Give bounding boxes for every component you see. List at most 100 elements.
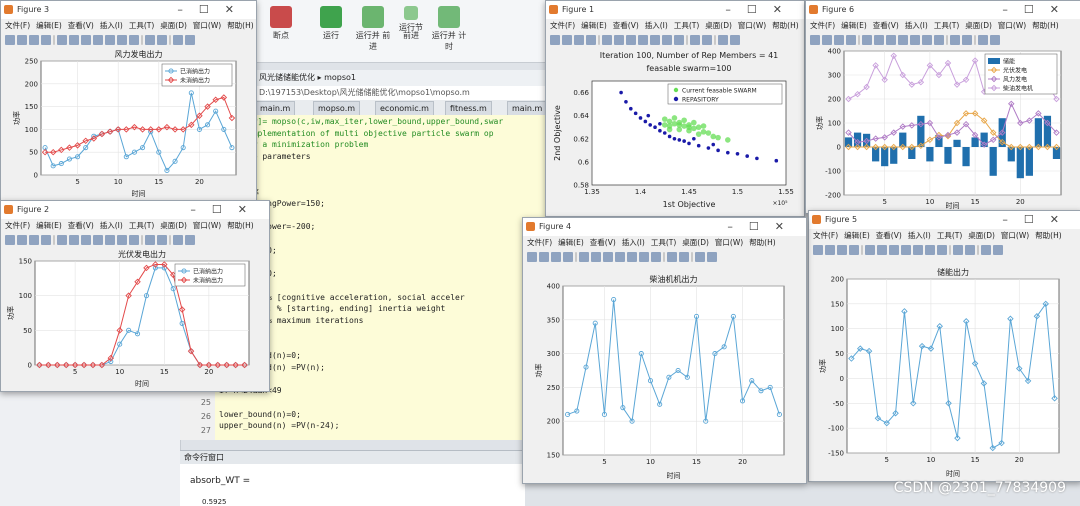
menu-item[interactable]: 工具(T)	[934, 21, 959, 30]
menu-item[interactable]: 插入(I)	[905, 21, 928, 30]
save-icon[interactable]	[29, 235, 39, 245]
zoom-in-icon[interactable]	[69, 35, 79, 45]
figure-wind-window[interactable]: Figure 3 –☐✕ 文件(F) 编辑(E) 查看(V) 插入(I) 工具(T) 桌面(D…	[0, 0, 257, 202]
tab-mopso[interactable]: mopso.m	[313, 101, 361, 116]
colorbar-icon[interactable]	[667, 252, 677, 262]
run-button[interactable]: 运行	[313, 6, 349, 41]
hide-tools-icon[interactable]	[695, 252, 705, 262]
pan-icon[interactable]	[898, 35, 908, 45]
menu-item[interactable]: 窗口(W)	[193, 221, 221, 230]
menu-item[interactable]: 工具(T)	[651, 238, 676, 247]
pan-icon[interactable]	[93, 35, 103, 45]
window-controls-icon[interactable]: –☐✕	[725, 1, 798, 19]
datatip-icon[interactable]	[922, 35, 932, 45]
open-icon[interactable]	[539, 252, 549, 262]
zoom-out-icon[interactable]	[626, 35, 636, 45]
menu-item[interactable]: 插入(I)	[100, 221, 123, 230]
hide-tools-icon[interactable]	[173, 235, 183, 245]
zoom-in-icon[interactable]	[69, 235, 79, 245]
menu-item[interactable]: 编辑(E)	[36, 21, 62, 30]
advance-button[interactable]: 前进	[393, 30, 429, 41]
run-time-button[interactable]: 运行并 计时	[431, 6, 467, 52]
menu-item[interactable]: 帮助(H)	[749, 238, 776, 247]
rotate-icon[interactable]	[913, 245, 923, 255]
rotate-icon[interactable]	[105, 235, 115, 245]
legend-icon[interactable]	[157, 35, 167, 45]
figure-diesel-window[interactable]: Figure 4 –☐✕ 文件(F) 编辑(E) 查看(V) 插入(I) 工具(T) 桌面(D…	[522, 217, 807, 484]
menu-item[interactable]: 桌面(D)	[968, 231, 995, 240]
new-icon[interactable]	[5, 35, 15, 45]
menu-item[interactable]: 编辑(E)	[841, 21, 867, 30]
colorbar-icon[interactable]	[950, 35, 960, 45]
hide-tools-icon[interactable]	[981, 245, 991, 255]
menu-item[interactable]: 文件(F)	[5, 221, 30, 230]
figure-titlebar[interactable]: Figure 4 –☐✕	[523, 218, 806, 236]
zoom-out-icon[interactable]	[889, 245, 899, 255]
menu-item[interactable]: 编辑(E)	[581, 21, 607, 30]
colorbar-icon[interactable]	[953, 245, 963, 255]
datatip-icon[interactable]	[117, 235, 127, 245]
brush-icon[interactable]	[674, 35, 684, 45]
tab-economic[interactable]: economic.m	[375, 101, 434, 116]
new-icon[interactable]	[813, 245, 823, 255]
hide-tools-icon[interactable]	[718, 35, 728, 45]
save-icon[interactable]	[837, 245, 847, 255]
brush-icon[interactable]	[651, 252, 661, 262]
select-icon[interactable]	[57, 235, 67, 245]
print-icon[interactable]	[41, 35, 51, 45]
datatip-icon[interactable]	[639, 252, 649, 262]
legend-icon[interactable]	[962, 35, 972, 45]
menu-item[interactable]: 文件(F)	[550, 21, 575, 30]
dock-icon[interactable]	[990, 35, 1000, 45]
rotate-icon[interactable]	[910, 35, 920, 45]
menu-item[interactable]: 工具(T)	[129, 21, 154, 30]
menu-item[interactable]: 桌面(D)	[965, 21, 992, 30]
menu-item[interactable]: 编辑(E)	[36, 221, 62, 230]
menu-item[interactable]: 帮助(H)	[1032, 21, 1059, 30]
zoom-out-icon[interactable]	[603, 252, 613, 262]
save-icon[interactable]	[834, 35, 844, 45]
brush-icon[interactable]	[937, 245, 947, 255]
menu-item[interactable]: 窗口(W)	[998, 21, 1026, 30]
menu-item[interactable]: 查看(V)	[68, 21, 94, 30]
menu-item[interactable]: 帮助(H)	[227, 221, 254, 230]
figure-pareto-window[interactable]: Figure 1 –☐✕ 文件(F) 编辑(E) 查看(V) 插入(I) 工具(T) 桌面(D…	[545, 0, 805, 217]
menu-item[interactable]: 插入(I)	[908, 231, 931, 240]
menu-item[interactable]: 窗口(W)	[1001, 231, 1029, 240]
brush-icon[interactable]	[129, 35, 139, 45]
print-icon[interactable]	[849, 245, 859, 255]
new-icon[interactable]	[810, 35, 820, 45]
menu-item[interactable]: 桌面(D)	[160, 221, 187, 230]
figure-titlebar[interactable]: Figure 6 –☐✕	[806, 1, 1080, 19]
legend-icon[interactable]	[965, 245, 975, 255]
select-icon[interactable]	[57, 35, 67, 45]
figure-storage-window[interactable]: Figure 5 –☐✕ 文件(F) 编辑(E) 查看(V) 插入(I) 工具(T) 桌面(D…	[808, 210, 1080, 482]
menu-item[interactable]: 文件(F)	[813, 231, 838, 240]
zoom-in-icon[interactable]	[877, 245, 887, 255]
zoom-out-icon[interactable]	[81, 35, 91, 45]
open-icon[interactable]	[17, 35, 27, 45]
datatip-icon[interactable]	[117, 35, 127, 45]
open-icon[interactable]	[562, 35, 572, 45]
print-icon[interactable]	[41, 235, 51, 245]
breakpoint-button[interactable]: 断点	[263, 6, 299, 41]
figure-titlebar[interactable]: Figure 3 –☐✕	[1, 1, 256, 19]
menu-item[interactable]: 帮助(H)	[227, 21, 254, 30]
rotate-icon[interactable]	[627, 252, 637, 262]
menu-item[interactable]: 插入(I)	[645, 21, 668, 30]
hide-tools-icon[interactable]	[978, 35, 988, 45]
menu-item[interactable]: 查看(V)	[873, 21, 899, 30]
menu-item[interactable]: 文件(F)	[527, 238, 552, 247]
window-controls-icon[interactable]: –☐✕	[727, 218, 800, 236]
save-icon[interactable]	[551, 252, 561, 262]
figure-balance-window[interactable]: Figure 6 –☐✕ 文件(F) 编辑(E) 查看(V) 插入(I) 工具(T) 桌面(D…	[805, 0, 1080, 214]
colorbar-icon[interactable]	[690, 35, 700, 45]
figure-pv-window[interactable]: Figure 2 –☐✕ 文件(F) 编辑(E) 查看(V) 插入(I) 工具(T) 桌面(D…	[0, 200, 270, 392]
zoom-out-icon[interactable]	[81, 235, 91, 245]
select-icon[interactable]	[862, 35, 872, 45]
select-icon[interactable]	[602, 35, 612, 45]
menu-item[interactable]: 查看(V)	[613, 21, 639, 30]
zoom-in-icon[interactable]	[614, 35, 624, 45]
tab-main-2[interactable]: main.m	[507, 101, 548, 116]
hide-tools-icon[interactable]	[173, 35, 183, 45]
